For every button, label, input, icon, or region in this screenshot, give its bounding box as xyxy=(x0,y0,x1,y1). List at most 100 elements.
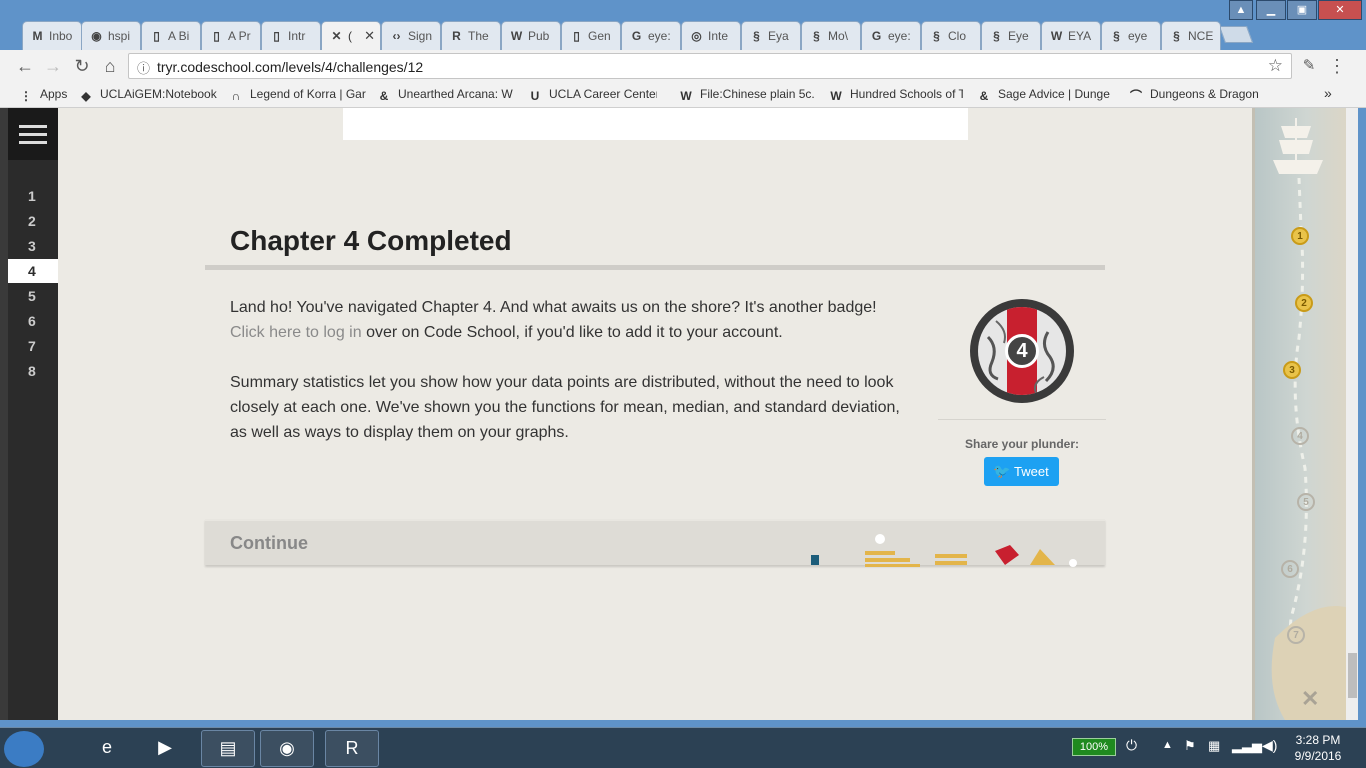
sidebar-level-2[interactable]: 2 xyxy=(8,209,58,233)
power-plug-icon[interactable]: ⏻ xyxy=(1126,737,1137,754)
login-link[interactable]: Click here to log in xyxy=(230,324,362,341)
tab-1[interactable]: M Inbo xyxy=(22,21,82,50)
sidebar-level-6[interactable]: 6 xyxy=(8,309,58,333)
start-button[interactable] xyxy=(4,731,44,767)
close-tab-icon[interactable]: ✕ xyxy=(364,28,375,44)
bookmark-favicon-icon: & xyxy=(379,89,389,103)
sidebar-level-5[interactable]: 5 xyxy=(8,284,58,308)
tab-14[interactable]: § Mo\ xyxy=(801,21,861,50)
map-node-4[interactable]: 4 xyxy=(1291,427,1309,445)
tab-7[interactable]: ‹› Sign xyxy=(381,21,441,50)
tab-favicon-icon: § xyxy=(753,29,760,43)
codeschool-page: 12345678 Chapter 4 Completed Land ho! Yo… xyxy=(0,108,1366,720)
info-icon[interactable]: ⓘ xyxy=(137,58,150,77)
bookmarks-bar: » ⋮ Apps ◆ UCLAiGEM:Notebook ∩ Legend of Korr… xyxy=(0,82,1366,108)
device-icon[interactable]: ▦ xyxy=(1208,738,1220,754)
bookmark-item[interactable]: & Sage Advice | Dunge xyxy=(976,87,1116,103)
minimize-button[interactable]: ▁ xyxy=(1256,0,1286,20)
media-player-icon[interactable]: ▶ xyxy=(138,730,192,767)
maximize-button[interactable]: ▣ xyxy=(1287,0,1317,20)
tweet-label: Tweet xyxy=(1014,464,1049,479)
sidebar-level-7[interactable]: 7 xyxy=(8,334,58,358)
tab-favicon-icon: § xyxy=(993,29,1000,43)
tab-5[interactable]: ▯ Intr xyxy=(261,21,321,50)
tab-label: eye xyxy=(1128,29,1148,43)
share-label: Share your plunder: xyxy=(964,437,1080,451)
back-icon[interactable]: ← xyxy=(14,55,36,77)
bookmark-item[interactable]: & Unearthed Arcana: W xyxy=(376,87,514,103)
clock[interactable]: 3:28 PM 9/9/2016 xyxy=(1288,732,1348,764)
close-window-button[interactable]: ✕ xyxy=(1318,0,1362,20)
hamburger-menu-icon[interactable] xyxy=(8,108,58,160)
map-node-7[interactable]: 7 xyxy=(1287,626,1305,644)
ie-icon[interactable]: e xyxy=(80,730,134,767)
badge-inner: 4 xyxy=(978,307,1066,395)
tweet-button[interactable]: 🐦 Tweet xyxy=(984,457,1059,486)
browser-toolbar: ← → ↻ ⌂ ⓘ tryr.codeschool.com/levels/4/c… xyxy=(0,50,1366,82)
volume-icon[interactable]: ◀) xyxy=(1262,737,1277,754)
sidebar-level-8[interactable]: 8 xyxy=(8,359,58,383)
explorer-icon[interactable]: ▤ xyxy=(201,730,255,767)
tab-label: EYA xyxy=(1068,29,1092,43)
tab-19[interactable]: § eye xyxy=(1101,21,1161,50)
main-content: Chapter 4 Completed Land ho! You've navi… xyxy=(58,108,1252,720)
bookmark-item[interactable]: ∩ Legend of Korra | Gar xyxy=(228,87,366,103)
more-bookmarks-icon[interactable]: » xyxy=(1324,85,1332,101)
sidebar-level-1[interactable]: 1 xyxy=(8,184,58,208)
tab-label: Mo\ xyxy=(828,29,849,43)
tab-favicon-icon: ◎ xyxy=(691,29,702,43)
url-text[interactable]: tryr.codeschool.com/levels/4/challenges/… xyxy=(157,59,423,75)
map-node-6[interactable]: 6 xyxy=(1281,560,1299,578)
bookmark-favicon-icon: ∩ xyxy=(231,89,241,103)
tab-favicon-icon: § xyxy=(1173,29,1180,43)
map-node-2[interactable]: 2 xyxy=(1295,294,1313,312)
tab-4[interactable]: ▯ A Pr xyxy=(201,21,261,50)
tab-6[interactable]: ✕ (✕ xyxy=(321,21,381,50)
bookmark-item[interactable]: W Hundred Schools of T xyxy=(828,87,963,103)
tab-10[interactable]: ▯ Gen xyxy=(561,21,621,50)
tray-expand-icon[interactable]: ▲ xyxy=(1162,739,1173,751)
r-app-icon[interactable]: R xyxy=(325,730,379,767)
tab-favicon-icon: M xyxy=(32,29,43,43)
map-node-3[interactable]: 3 xyxy=(1283,361,1301,379)
address-bar[interactable]: ⓘ tryr.codeschool.com/levels/4/challenge… xyxy=(128,53,1292,79)
continue-button[interactable]: Continue xyxy=(205,519,1105,567)
map-node-1[interactable]: 1 xyxy=(1291,227,1309,245)
bookmark-star-icon[interactable]: ☆ xyxy=(1268,56,1283,76)
tab-label: hspi xyxy=(108,29,131,43)
minimize-user-icon[interactable]: ▲ xyxy=(1229,0,1253,20)
tab-16[interactable]: § Clo xyxy=(921,21,981,50)
forward-icon[interactable]: → xyxy=(42,55,64,77)
extension-icon[interactable]: ✎ xyxy=(1298,55,1320,77)
sidebar-level-3[interactable]: 3 xyxy=(8,234,58,258)
tab-favicon-icon: W xyxy=(1050,29,1063,43)
tab-15[interactable]: Geye: xyxy=(861,21,921,50)
bookmark-item[interactable]: U UCLA Career Center xyxy=(527,87,657,103)
tab-12[interactable]: ◎ Inte xyxy=(681,21,741,50)
tab-favicon-icon: G xyxy=(631,29,642,43)
tab-3[interactable]: ▯ A Bi xyxy=(141,21,201,50)
scrollbar-thumb[interactable] xyxy=(1348,653,1357,698)
reload-icon[interactable]: ↻ xyxy=(71,55,93,77)
tab-8[interactable]: R The xyxy=(441,21,501,50)
bookmark-item[interactable]: W File:Chinese plain 5c. xyxy=(678,87,816,103)
chrome-icon[interactable]: ◉ xyxy=(260,730,314,767)
flag-icon[interactable]: ⚑ xyxy=(1184,738,1196,754)
new-tab-button[interactable] xyxy=(1218,26,1254,43)
network-icon[interactable]: ▂▃▅ xyxy=(1232,738,1262,754)
tab-13[interactable]: § Eya xyxy=(741,21,801,50)
bookmark-item[interactable]: ⌒ Dungeons & Dragons xyxy=(1128,87,1258,101)
page-scrollbar[interactable] xyxy=(1346,108,1358,720)
tab-18[interactable]: W EYA xyxy=(1041,21,1101,50)
battery-indicator[interactable]: 100% xyxy=(1072,738,1116,756)
tab-9[interactable]: W Pub xyxy=(501,21,561,50)
menu-dots-icon[interactable]: ⋮ xyxy=(1326,55,1348,77)
bookmark-item[interactable]: ◆ UCLAiGEM:Notebook xyxy=(78,87,218,103)
tab-20[interactable]: § NCE xyxy=(1161,21,1221,50)
map-node-5[interactable]: 5 xyxy=(1297,493,1315,511)
tab-17[interactable]: § Eye xyxy=(981,21,1041,50)
home-icon[interactable]: ⌂ xyxy=(99,55,121,77)
bookmark-item[interactable]: ⋮ Apps xyxy=(18,87,70,103)
tab-11[interactable]: Geye: xyxy=(621,21,681,50)
tab-2[interactable]: ◉ hspi xyxy=(81,21,141,50)
